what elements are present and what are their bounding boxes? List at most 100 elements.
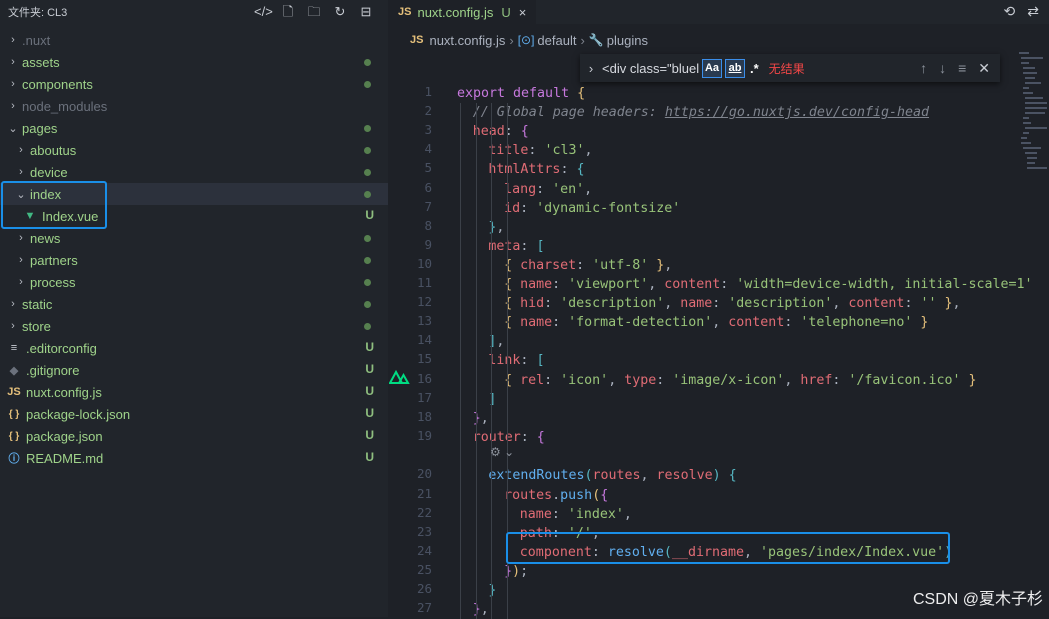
- tree-item[interactable]: ⓘ README.md U: [0, 447, 388, 469]
- chevron-right-icon: ›: [11, 56, 15, 68]
- code-line: { rel: 'icon', type: 'image/x-icon', hre…: [504, 372, 977, 388]
- chevron-down-icon: ⌄: [16, 188, 26, 201]
- match-case-toggle[interactable]: Aa: [702, 58, 722, 78]
- wrench-icon: 🔧: [588, 33, 604, 47]
- tree-item-label: index: [30, 186, 62, 202]
- code-line: export default {: [457, 86, 586, 101]
- find-input[interactable]: <div class="bluel: [602, 61, 702, 76]
- tree-item[interactable]: › components: [0, 73, 388, 95]
- line-number: 9: [424, 236, 432, 252]
- watermark: CSDN @夏木子杉: [912, 591, 1043, 608]
- line-number: 22: [416, 504, 432, 520]
- line-number: 25: [416, 561, 432, 577]
- git-modified-dot: [364, 147, 371, 154]
- tree-item[interactable]: ⌄ pages: [0, 117, 388, 139]
- arrow-up-icon[interactable]: ↑: [920, 60, 927, 77]
- tree-item[interactable]: › assets: [0, 51, 388, 73]
- breadcrumb-symbol-default[interactable]: default: [537, 33, 576, 48]
- breadcrumb: JS nuxt.config.js › [⊙] default › 🔧 plug…: [388, 24, 1049, 56]
- code-lens-icon[interactable]: ⚙ ⌄: [490, 445, 514, 459]
- chevron-right-icon: ›: [19, 166, 23, 178]
- code-line: head: {: [472, 124, 529, 140]
- chevron-right-icon: ›: [11, 34, 15, 46]
- js-file-icon: JS: [7, 386, 21, 398]
- tab-nuxt-config[interactable]: JS nuxt.config.js U ×: [388, 0, 536, 24]
- js-file-icon: JS: [398, 6, 412, 18]
- breadcrumb-file[interactable]: nuxt.config.js: [429, 33, 505, 48]
- json-file-icon: { }: [8, 430, 20, 442]
- breadcrumb-symbol-plugins[interactable]: plugins: [607, 33, 648, 48]
- tree-item[interactable]: › partners: [0, 249, 388, 271]
- tree-item[interactable]: ◆ .gitignore U: [0, 359, 388, 381]
- tree-item[interactable]: ⌄ index: [0, 183, 388, 205]
- git-modified-dot: [364, 191, 371, 198]
- code-line: { name: 'viewport', content: 'width=devi…: [504, 277, 1033, 292]
- arrow-down-icon[interactable]: ↓: [939, 60, 946, 77]
- nuxt-icon: [389, 369, 410, 384]
- git-modified-dot: [364, 301, 371, 308]
- chevron-right-icon: ›: [19, 254, 23, 266]
- line-number: 8: [424, 217, 432, 233]
- tree-item-label: partners: [30, 252, 78, 268]
- code-line: router: {: [472, 429, 545, 445]
- new-folder-icon[interactable]: 🗀: [306, 4, 322, 20]
- tree-item-label: process: [30, 274, 76, 290]
- code-line: htmlAttrs: {: [488, 162, 585, 178]
- tree-item[interactable]: › device: [0, 161, 388, 183]
- tab-label: nuxt.config.js: [417, 4, 494, 20]
- regex-toggle[interactable]: .*: [750, 61, 759, 76]
- collapse-all-icon[interactable]: ⊟: [358, 4, 374, 20]
- code-icon[interactable]: </>: [254, 4, 273, 20]
- line-number: 15: [416, 351, 432, 367]
- tree-item[interactable]: › static: [0, 293, 388, 315]
- git-modified-dot: [364, 59, 371, 66]
- editor: JS nuxt.config.js U × ⟲ ⇄ JS nuxt.config…: [388, 0, 1049, 619]
- tree-item[interactable]: › aboutus: [0, 139, 388, 161]
- config-file-icon: ≡: [10, 342, 18, 354]
- new-file-icon[interactable]: 🗋: [280, 4, 296, 20]
- chevron-right-icon: ›: [11, 78, 15, 90]
- whole-word-toggle[interactable]: ab: [725, 58, 745, 78]
- js-file-icon: JS: [410, 34, 424, 46]
- tree-item[interactable]: › news: [0, 227, 388, 249]
- line-number: 24: [416, 542, 432, 558]
- timeline-icon[interactable]: ⟲: [1004, 3, 1016, 20]
- tree-item-label: assets: [22, 54, 60, 70]
- chevron-right-icon: ›: [19, 232, 23, 244]
- tree-item[interactable]: JS nuxt.config.js U: [0, 381, 388, 403]
- toggle-replace-icon[interactable]: ›: [580, 61, 602, 76]
- code-line: routes.push({: [504, 487, 609, 503]
- compare-icon[interactable]: ⇄: [1027, 3, 1039, 20]
- tree-item[interactable]: ≡ .editorconfig U: [0, 337, 388, 359]
- git-status-badge: U: [365, 406, 374, 420]
- git-status-badge: U: [365, 450, 374, 464]
- tree-item[interactable]: { } package.json U: [0, 425, 388, 447]
- refresh-icon[interactable]: ↻: [332, 4, 348, 20]
- explorer-sidebar: 文件夹: CL3 </> 🗋 🗀 ↻ ⊟ › .nuxt › assets › compo…: [0, 0, 388, 617]
- explorer-actions: </> 🗋 🗀 ↻ ⊟: [254, 4, 374, 20]
- indent-guide: [491, 103, 493, 619]
- close-icon[interactable]: ✕: [978, 60, 990, 77]
- vue-file-icon: ▼: [24, 210, 36, 222]
- tree-item[interactable]: › process: [0, 271, 388, 293]
- chevron-right-icon: ›: [580, 32, 585, 48]
- code-line: extendRoutes(routes, resolve) {: [488, 468, 737, 484]
- minimap[interactable]: [1017, 48, 1049, 188]
- code-line: title: 'cl3',: [488, 143, 593, 159]
- code-line: path: '/',: [519, 525, 600, 541]
- tree-item-label: .gitignore: [26, 362, 80, 378]
- tree-item[interactable]: ▼ Index.vue U: [0, 205, 388, 227]
- tree-item[interactable]: { } package-lock.json U: [0, 403, 388, 425]
- tree-item[interactable]: › store: [0, 315, 388, 337]
- code-line: component: resolve(__dirname, 'pages/ind…: [519, 544, 953, 560]
- close-icon[interactable]: ×: [519, 5, 527, 20]
- tree-item[interactable]: › node_modules: [0, 95, 388, 117]
- git-status-badge: U: [365, 340, 374, 354]
- tree-item[interactable]: › .nuxt: [0, 29, 388, 51]
- git-status-badge: U: [365, 362, 374, 376]
- line-number: 14: [416, 332, 432, 348]
- git-modified-dot: [364, 323, 371, 330]
- find-result: 无结果: [768, 61, 805, 76]
- selection-icon[interactable]: ≡: [958, 60, 966, 77]
- code-line: id: 'dynamic-fontsize': [504, 200, 681, 216]
